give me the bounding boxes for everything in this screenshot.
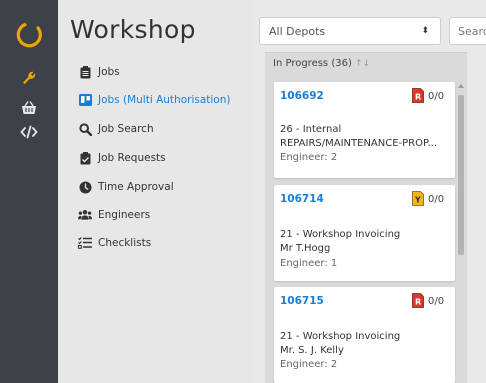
document-red-icon: R bbox=[412, 88, 424, 103]
svg-text:R: R bbox=[415, 93, 421, 102]
job-engineer: Engineer: 2 bbox=[280, 152, 338, 163]
column-header: In Progress (36) ↑↓ bbox=[273, 58, 370, 69]
side-menu: Workshop Jobs Jobs (Multi Authorisation)… bbox=[58, 0, 251, 383]
job-engineer: Engineer: 2 bbox=[280, 359, 338, 370]
sort-icon[interactable]: ↑↓ bbox=[355, 59, 370, 69]
board-icon bbox=[78, 93, 92, 107]
select-caret-icon: ⬍ bbox=[421, 26, 429, 36]
code-icon[interactable] bbox=[17, 122, 41, 142]
logo-icon[interactable] bbox=[15, 21, 43, 49]
job-id-link[interactable]: 106714 bbox=[280, 193, 324, 205]
menu-item-job-requests[interactable]: Job Requests bbox=[78, 148, 166, 168]
menu-item-label: Job Search bbox=[98, 123, 154, 135]
job-engineer: Engineer: 1 bbox=[280, 258, 338, 269]
scroll-up-arrow-icon[interactable] bbox=[458, 84, 464, 88]
job-type: 21 - Workshop Invoicing bbox=[280, 229, 401, 240]
list-check-icon bbox=[78, 236, 92, 250]
menu-item-engineers[interactable]: Engineers bbox=[78, 205, 150, 225]
menu-item-job-search[interactable]: Job Search bbox=[78, 119, 154, 139]
menu-item-jobs[interactable]: Jobs bbox=[78, 62, 120, 82]
scroll-thumb[interactable] bbox=[458, 95, 464, 255]
users-icon bbox=[78, 208, 92, 222]
column-scrollbar[interactable] bbox=[457, 82, 465, 383]
icon-rail bbox=[0, 0, 58, 383]
search-input[interactable]: Searc bbox=[449, 17, 486, 45]
depot-select-value: All Depots bbox=[269, 24, 326, 38]
job-description: REPAIRS/MAINTENANCE-PROP... bbox=[280, 138, 438, 149]
menu-item-label: Jobs (Multi Authorisation) bbox=[98, 94, 231, 106]
basket-icon[interactable] bbox=[17, 98, 41, 118]
job-count: 0/0 bbox=[428, 296, 445, 307]
job-card[interactable]: 106692 R 0/0 26 - Internal REPAIRS/MAINT… bbox=[274, 82, 455, 178]
job-type: 26 - Internal bbox=[280, 124, 342, 135]
document-red-icon: R bbox=[412, 293, 424, 308]
menu-item-time-approval[interactable]: Time Approval bbox=[78, 177, 174, 197]
job-type: 21 - Workshop Invoicing bbox=[280, 331, 401, 342]
job-customer: Mr T.Hogg bbox=[280, 243, 331, 254]
menu-item-label: Job Requests bbox=[98, 152, 166, 164]
in-progress-column: In Progress (36) ↑↓ 106692 R 0/0 26 - In… bbox=[265, 52, 467, 383]
job-card[interactable]: 106714 Y 0/0 21 - Workshop Invoicing Mr … bbox=[274, 185, 455, 281]
job-card[interactable]: 106715 R 0/0 21 - Workshop Invoicing Mr.… bbox=[274, 287, 455, 383]
clipboard-check-icon bbox=[78, 151, 92, 165]
svg-text:Y: Y bbox=[414, 196, 421, 205]
menu-item-label: Checklists bbox=[98, 237, 152, 249]
search-icon bbox=[78, 122, 92, 136]
menu-item-label: Jobs bbox=[98, 66, 120, 78]
main-panel: All Depots ⬍ Searc In Progress (36) ↑↓ 1… bbox=[251, 0, 486, 383]
column-title: In Progress (36) bbox=[273, 58, 352, 69]
job-count: 0/0 bbox=[428, 194, 445, 205]
job-count: 0/0 bbox=[428, 91, 445, 102]
menu-item-label: Time Approval bbox=[98, 181, 174, 193]
document-yellow-icon: Y bbox=[412, 191, 424, 206]
wrench-icon[interactable] bbox=[17, 68, 41, 88]
clock-icon bbox=[78, 180, 92, 194]
page-title: Workshop bbox=[70, 15, 196, 44]
clipboard-icon bbox=[78, 65, 92, 79]
menu-item-jobs-multi-authorisation[interactable]: Jobs (Multi Authorisation) bbox=[78, 90, 230, 110]
depot-select[interactable]: All Depots ⬍ bbox=[259, 17, 441, 45]
menu-item-label: Engineers bbox=[98, 209, 151, 221]
menu-item-checklists[interactable]: Checklists bbox=[78, 233, 151, 253]
job-id-link[interactable]: 106715 bbox=[280, 295, 324, 307]
job-customer: Mr. S. J. Kelly bbox=[280, 345, 344, 356]
svg-text:R: R bbox=[415, 298, 421, 307]
search-placeholder: Searc bbox=[458, 24, 486, 38]
job-id-link[interactable]: 106692 bbox=[280, 90, 324, 102]
